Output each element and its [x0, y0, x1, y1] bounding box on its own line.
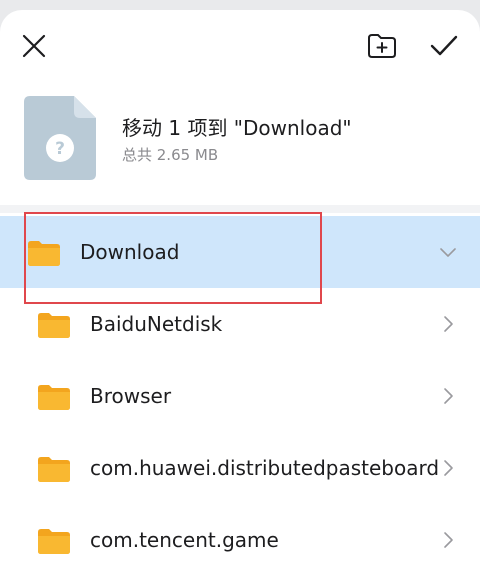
chevron-down-icon [440, 248, 456, 257]
folder-icon [38, 529, 70, 554]
confirm-button[interactable] [424, 26, 464, 66]
folder-name: BaiduNetdisk [90, 312, 223, 336]
close-button[interactable] [14, 26, 54, 66]
close-icon [22, 34, 46, 58]
svg-text:?: ? [55, 139, 65, 159]
folder-name: com.tencent.game [90, 528, 279, 552]
folder-icon [38, 457, 70, 482]
folder-row-huawei-pasteboard[interactable]: com.huawei.distributedpasteboard [0, 432, 480, 504]
folder-row-browser[interactable]: Browser [0, 360, 480, 432]
check-icon [430, 35, 458, 56]
new-folder-icon [368, 34, 396, 58]
folder-icon [28, 241, 60, 266]
folder-icon [38, 385, 70, 410]
folder-row-download[interactable]: Download [0, 216, 480, 288]
folder-row-baidunetdisk[interactable]: BaiduNetdisk [0, 288, 480, 360]
toolbar [0, 10, 480, 80]
chevron-right-icon [444, 388, 453, 404]
file-info: ? 移动 1 项到 "Download" 总共 2.65 MB [0, 96, 480, 182]
unknown-file-icon: ? [24, 96, 96, 180]
chevron-right-icon [444, 316, 453, 332]
folder-icon [38, 313, 70, 338]
chevron-right-icon [444, 460, 453, 476]
new-folder-button[interactable] [362, 26, 402, 66]
folder-row-tencent-game[interactable]: com.tencent.game [0, 504, 480, 576]
divider [0, 205, 480, 213]
total-size: 总共 2.65 MB [122, 146, 219, 164]
folder-name: Browser [90, 384, 172, 408]
folder-name: com.huawei.distributedpasteboard [90, 456, 440, 480]
move-dialog-sheet: ? 移动 1 项到 "Download" 总共 2.65 MB Download… [0, 10, 480, 577]
folder-name: Download [80, 240, 180, 264]
chevron-right-icon [444, 532, 453, 548]
folder-list: Download BaiduNetdisk Browser com.huawei… [0, 216, 480, 576]
move-title: 移动 1 项到 "Download" [122, 116, 352, 140]
